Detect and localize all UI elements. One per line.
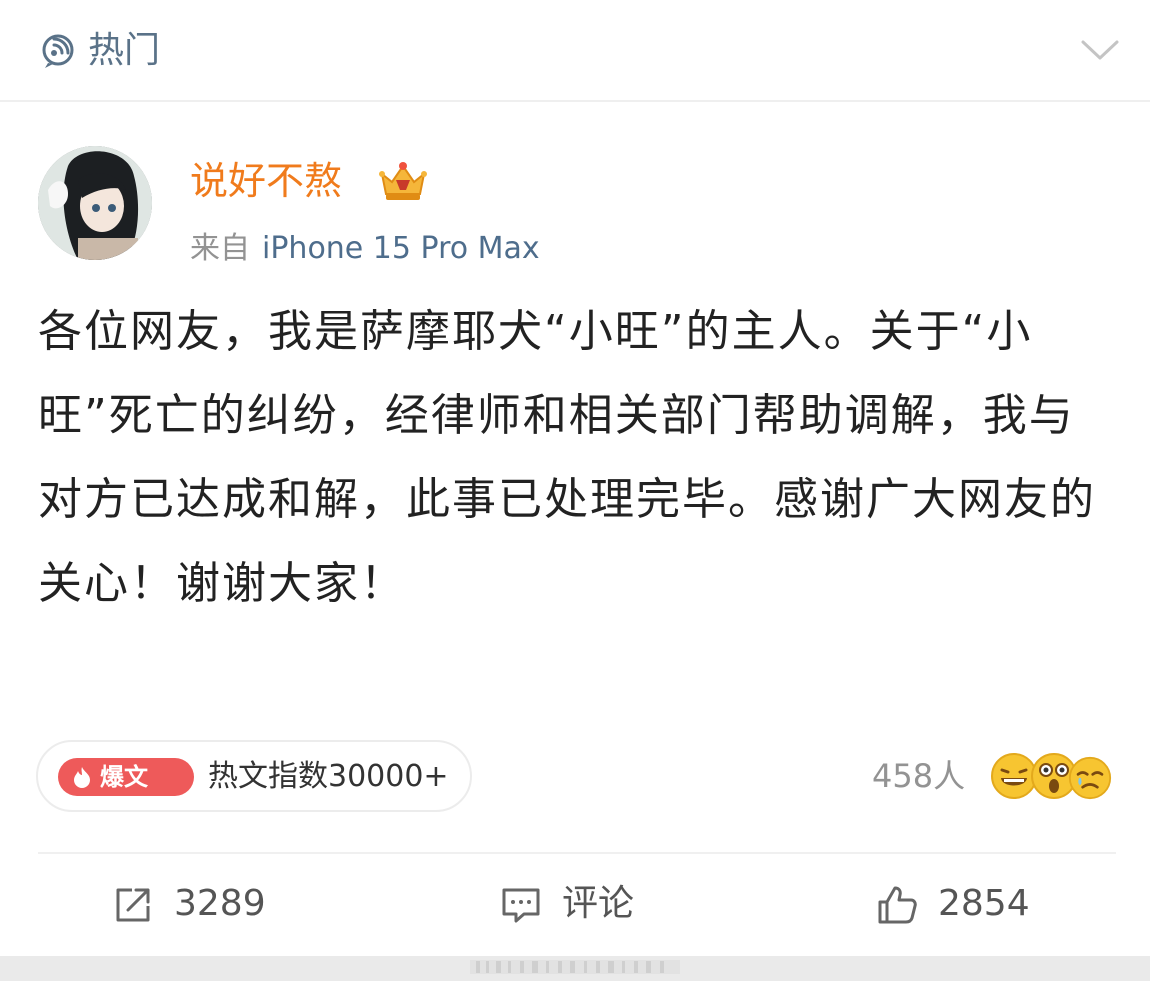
like-count: 2854 bbox=[938, 883, 1030, 924]
post-content: 各位网友，我是萨摩耶犬“小旺”的主人。关于“小旺”死亡的纠纷，经律师和相关部门帮… bbox=[38, 306, 1096, 609]
crying-emoji-icon[interactable] bbox=[1068, 756, 1112, 800]
reaction-count[interactable]: 458人 bbox=[872, 752, 965, 800]
repost-count: 3289 bbox=[174, 883, 266, 924]
comment-icon bbox=[502, 888, 540, 923]
divider bbox=[38, 852, 1116, 854]
section-title: 热门 bbox=[88, 30, 161, 71]
hot-index-text: 热文指数30000+ bbox=[208, 759, 449, 794]
flame-icon bbox=[74, 767, 90, 788]
crown-icon[interactable] bbox=[376, 160, 430, 202]
viral-tag-label: 爆文 bbox=[100, 763, 148, 791]
post-source: 来自 iPhone 15 Pro Max bbox=[190, 226, 540, 272]
repost-icon bbox=[116, 888, 150, 922]
avatar[interactable] bbox=[38, 146, 152, 260]
hot-index-badge[interactable]: 爆文 热文指数30000+ bbox=[36, 740, 472, 812]
avatar-image bbox=[38, 146, 152, 260]
comment-label: 评论 bbox=[562, 883, 635, 924]
section-header: 热门 bbox=[0, 0, 1150, 102]
hot-topic-icon bbox=[42, 34, 74, 68]
chevron-down-icon[interactable] bbox=[1080, 34, 1120, 64]
viral-tag: 爆文 bbox=[58, 758, 194, 796]
source-device[interactable]: iPhone 15 Pro Max bbox=[262, 231, 540, 266]
thumbs-up-icon bbox=[878, 886, 917, 924]
watermark-bars bbox=[470, 960, 680, 974]
next-post-peek bbox=[0, 956, 1150, 981]
source-prefix: 来自 bbox=[190, 231, 250, 266]
author-name[interactable]: 说好不熬 bbox=[190, 156, 342, 206]
